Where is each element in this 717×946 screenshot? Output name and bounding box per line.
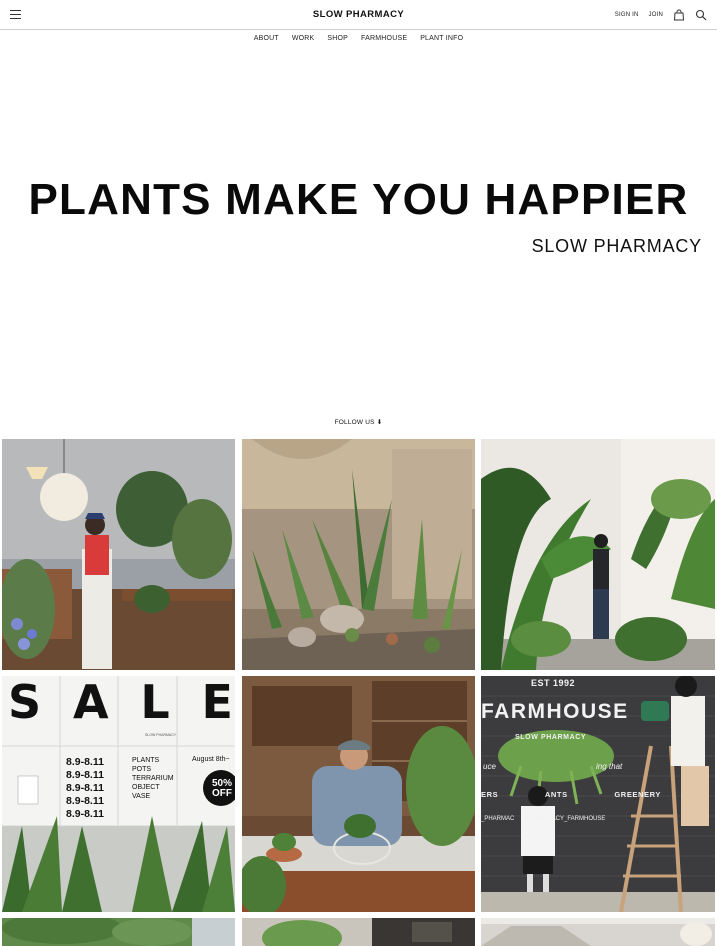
- sale-dates: 8.9-8.11 8.9-8.11 8.9-8.11 8.9-8.11 8.9-…: [66, 756, 104, 821]
- sale-date: 8.9-8.11: [66, 808, 104, 820]
- sale-date: 8.9-8.11: [66, 756, 104, 768]
- sale-letter-s: S: [8, 676, 42, 729]
- photo-garden-room: [242, 918, 475, 946]
- follow-us-link[interactable]: FOLLOW US: [335, 419, 375, 426]
- instagram-post-2[interactable]: [242, 439, 475, 670]
- sale-item: OBJECT: [132, 784, 160, 791]
- farmhouse-name: FARMHOUSE: [481, 700, 629, 723]
- instagram-post-9[interactable]: [481, 918, 715, 946]
- shopping-bag-icon[interactable]: [673, 9, 685, 21]
- instagram-post-7[interactable]: [2, 918, 235, 946]
- arrow-down-icon: ⬇: [376, 419, 383, 426]
- site-logo[interactable]: SLOW PHARMACY: [313, 9, 404, 20]
- join-link[interactable]: JOIN: [649, 12, 663, 18]
- site-header: SLOW PHARMACY SIGN IN JOIN: [0, 0, 717, 30]
- header-actions: SIGN IN JOIN: [615, 9, 707, 21]
- instagram-post-4[interactable]: S A L E 8.9-8.11 8.9-8.11 8.9-8.11 8.9-8…: [2, 676, 235, 912]
- farmhouse-category: GREENERY: [614, 790, 661, 799]
- follow-us-wrap: FOLLOW US ⬇: [0, 418, 717, 426]
- photo-desert-garden: [242, 439, 475, 670]
- instagram-post-5[interactable]: [242, 676, 475, 912]
- sale-letter-a: A: [72, 676, 109, 729]
- sale-date: 8.9-8.11: [66, 782, 104, 794]
- hero-subtitle: SLOW PHARMACY: [531, 236, 702, 256]
- instagram-post-3[interactable]: [481, 439, 715, 670]
- main-nav: ABOUT WORK SHOP FARMHOUSE PLANT INFO: [0, 35, 717, 42]
- search-icon[interactable]: [695, 9, 707, 21]
- sale-letter-l: L: [140, 676, 170, 729]
- sale-item: POTS: [132, 766, 152, 773]
- nav-item-plant-info[interactable]: PLANT INFO: [420, 35, 463, 42]
- discount-badge: 50% OFF: [205, 779, 235, 799]
- farmhouse-categories: ERS ANTS GREENERY: [481, 790, 661, 799]
- sale-item: PLANTS: [132, 757, 160, 764]
- farmhouse-handle: _PHARMAC WPHARMACY_FARMHOUSE: [481, 816, 606, 822]
- sale-date-label: August 8th~: [192, 756, 230, 763]
- sale-small-label: SLOW PHARMACY: [145, 733, 177, 737]
- sale-item: TERRARIUM: [132, 775, 174, 782]
- instagram-post-6[interactable]: EST 1992 FARMHOUSE SLOW PHARMACY uce ing…: [481, 676, 715, 912]
- photo-terrarium-workshop: [242, 676, 475, 912]
- nav-item-farmhouse[interactable]: FARMHOUSE: [361, 35, 407, 42]
- farmhouse-tagline-left: uce: [483, 762, 496, 771]
- site-logo-wrap: SLOW PHARMACY: [0, 9, 717, 20]
- farmhouse-tagline-right: ing that: [596, 762, 623, 771]
- sale-date: 8.9-8.11: [66, 795, 104, 807]
- sign-in-link[interactable]: SIGN IN: [615, 12, 639, 18]
- sale-items: PLANTS POTS TERRARIUM OBJECT VASE: [132, 756, 174, 801]
- nav-item-work[interactable]: WORK: [292, 35, 315, 42]
- sale-letters: S A L E: [8, 676, 233, 728]
- farmhouse-category: ANTS: [544, 790, 568, 799]
- farmhouse-category: ERS: [481, 790, 499, 799]
- hero-title: PLANTS MAKE YOU HAPPIER: [28, 175, 689, 224]
- nav-item-about[interactable]: ABOUT: [254, 35, 279, 42]
- photo-tropical-greenhouse: [481, 439, 715, 670]
- sale-letter-e: E: [201, 676, 233, 729]
- photo-florist-at-table: [2, 439, 235, 670]
- discount-off: OFF: [212, 788, 232, 799]
- photo-trees: [2, 918, 235, 946]
- farmhouse-established: EST 1992: [531, 678, 576, 688]
- farmhouse-brand: SLOW PHARMACY: [515, 734, 587, 741]
- nav-item-shop[interactable]: SHOP: [327, 35, 348, 42]
- sale-item: VASE: [132, 793, 151, 800]
- sale-date: 8.9-8.11: [66, 769, 104, 781]
- instagram-post-8[interactable]: [242, 918, 475, 946]
- instagram-post-1[interactable]: [2, 439, 235, 670]
- photo-interior: [481, 918, 715, 946]
